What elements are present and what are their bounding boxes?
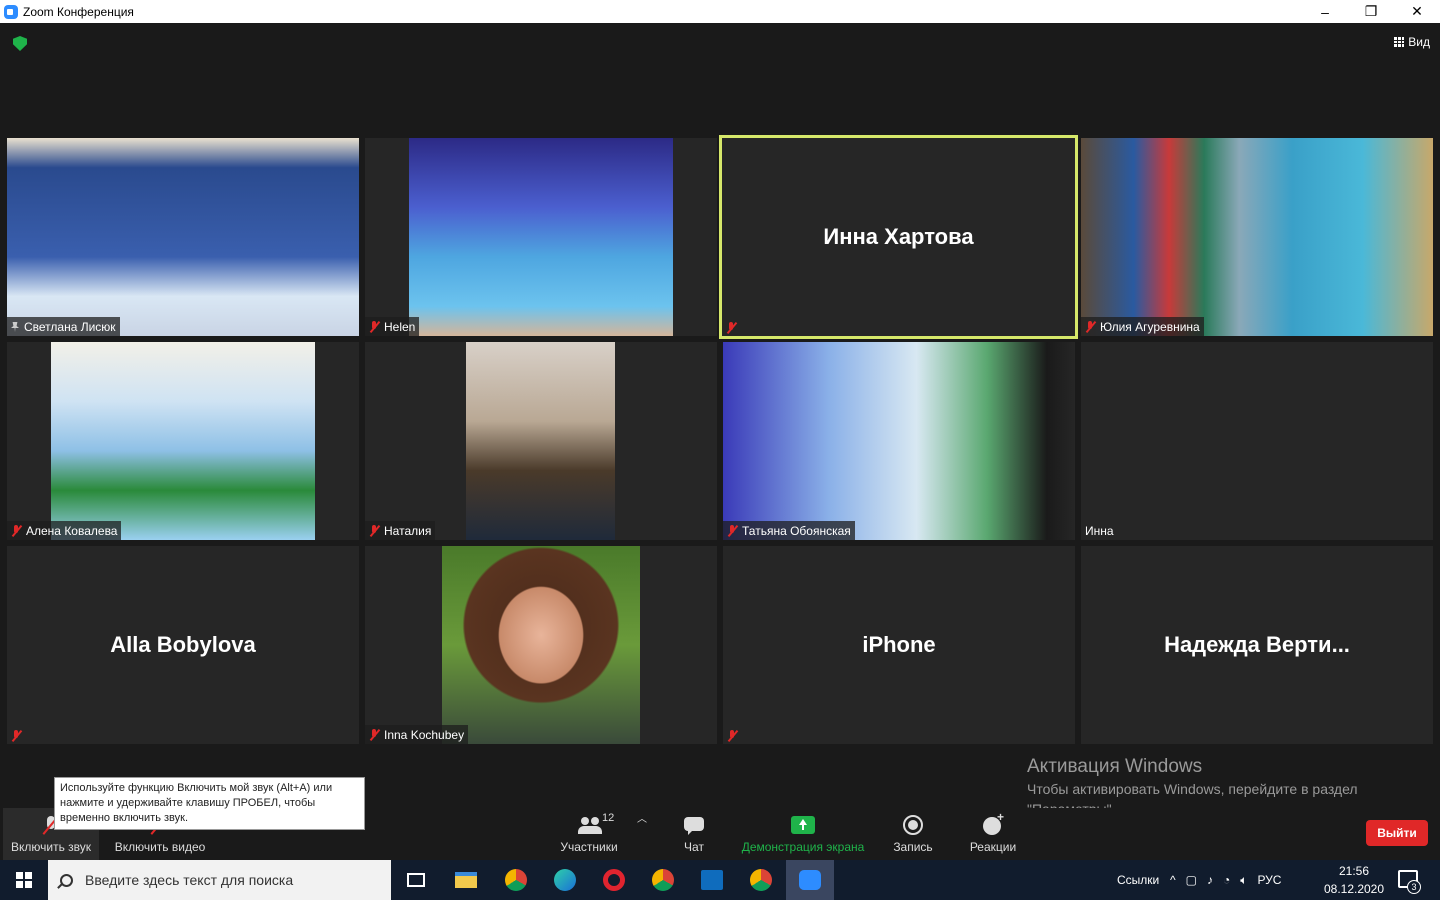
- edge-icon: [554, 869, 576, 891]
- taskbar-outlook[interactable]: [688, 860, 736, 900]
- mic-muted-icon: [369, 525, 379, 537]
- mic-muted-icon: [369, 321, 379, 333]
- unmute-tooltip: Используйте функцию Включить мой звук (A…: [54, 777, 365, 830]
- search-icon: [60, 873, 73, 887]
- participant-name-big: iPhone: [862, 632, 936, 657]
- minimize-button[interactable]: –: [1302, 0, 1348, 23]
- video-feed: [7, 138, 359, 336]
- video-tile-alena[interactable]: Алена Ковалева: [7, 342, 359, 540]
- participant-label: [723, 727, 741, 744]
- mic-muted-icon: [727, 730, 737, 742]
- video-tile-inna[interactable]: Инна: [1081, 342, 1433, 540]
- video-feed: [723, 342, 1075, 540]
- share-screen-icon: [791, 816, 815, 834]
- close-button[interactable]: ✕: [1394, 0, 1440, 23]
- wifi-icon[interactable]: ◔: [1223, 873, 1230, 887]
- video-tile-yulia[interactable]: Юлия Агуревнина: [1081, 138, 1433, 336]
- mic-muted-icon: [11, 525, 21, 537]
- video-feed: [1081, 138, 1433, 336]
- chat-button[interactable]: Чат: [672, 808, 716, 860]
- record-button[interactable]: Запись: [888, 808, 938, 860]
- mic-muted-icon: [369, 729, 379, 741]
- taskbar-explorer[interactable]: [442, 860, 490, 900]
- video-tile-inna-khartova[interactable]: Инна Хартова: [719, 135, 1078, 339]
- task-view-icon: [407, 873, 425, 887]
- zoom-logo-icon: [4, 4, 18, 19]
- view-label: Вид: [1408, 35, 1430, 49]
- video-tile-natalia[interactable]: Наталия: [365, 342, 717, 540]
- task-view-button[interactable]: [392, 860, 440, 900]
- chrome-user-icon: [750, 869, 772, 891]
- taskbar-opera[interactable]: [590, 860, 638, 900]
- participant-label: Helen: [365, 317, 420, 336]
- participant-label: [722, 319, 740, 336]
- windows-logo-icon: [16, 872, 32, 888]
- system-tray: ^ ▢ ♪ ◔ 🔈︎ РУС: [1170, 860, 1281, 900]
- security-shield-icon[interactable]: [13, 36, 27, 51]
- video-feed: [409, 138, 673, 336]
- participant-name-big: Alla Bobylova: [110, 632, 256, 657]
- profile-photo: [442, 546, 640, 744]
- mic-muted-icon: [727, 525, 737, 537]
- chrome-icon: [505, 869, 527, 891]
- participants-caret-icon[interactable]: ︿: [637, 810, 647, 825]
- notification-count-badge: 3: [1407, 880, 1421, 894]
- participant-label: Юлия Агуревнина: [1081, 317, 1204, 336]
- reactions-button[interactable]: Реакции: [966, 808, 1020, 860]
- video-tile-inna-kochubey[interactable]: Inna Kochubey: [365, 546, 717, 744]
- language-indicator[interactable]: РУС: [1257, 873, 1281, 887]
- onedrive-icon[interactable]: ▢: [1186, 873, 1197, 887]
- participant-label: Инна: [1085, 524, 1114, 538]
- taskbar-chrome-3[interactable]: [737, 860, 785, 900]
- zoom-icon: [799, 870, 821, 890]
- video-tile-nadezhda[interactable]: Надежда Верти...: [1081, 546, 1433, 744]
- view-button[interactable]: Вид: [1394, 35, 1430, 49]
- taskbar-edge[interactable]: [541, 860, 589, 900]
- participants-button[interactable]: 12 Участники: [556, 808, 622, 860]
- chrome-profile-icon: [652, 869, 674, 891]
- taskbar-chrome-1[interactable]: [492, 860, 540, 900]
- participant-label: Татьяна Обоянская: [723, 521, 855, 540]
- record-icon: [902, 815, 924, 835]
- tray-expand-icon[interactable]: ^: [1170, 873, 1176, 887]
- video-feed: [466, 342, 615, 540]
- video-tile-helen[interactable]: Helen: [365, 138, 717, 336]
- taskbar-zoom[interactable]: [786, 860, 834, 900]
- grid-icon: [1394, 37, 1405, 47]
- leave-button[interactable]: Выйти: [1366, 820, 1428, 846]
- participant-label: Наталия: [365, 521, 436, 540]
- participant-name-big: Инна Хартова: [823, 224, 974, 249]
- taskbar-chrome-2[interactable]: [639, 860, 687, 900]
- participant-label: Inna Kochubey: [365, 725, 469, 744]
- mic-muted-icon: [11, 730, 21, 742]
- pin-icon: [11, 322, 19, 332]
- microphone-icon[interactable]: ♪: [1207, 873, 1213, 887]
- outlook-icon: [701, 870, 723, 890]
- video-tile-tatiana[interactable]: Татьяна Обоянская: [723, 342, 1075, 540]
- mic-muted-icon: [1085, 321, 1095, 333]
- participants-icon: 12: [578, 812, 614, 835]
- video-tile-alla[interactable]: Alla Bobylova: [7, 546, 359, 744]
- participant-label: Светлана Лисюк: [7, 317, 120, 336]
- window-titlebar: Zoom Конференция – ❐ ✕: [0, 0, 1440, 23]
- taskbar-search-input[interactable]: Введите здесь текст для поиска: [48, 860, 391, 900]
- video-tile-iphone[interactable]: iPhone: [723, 546, 1075, 744]
- mic-muted-icon: [726, 322, 736, 334]
- window-title: Zoom Конференция: [23, 4, 134, 19]
- participant-label: Алена Ковалева: [7, 521, 122, 540]
- share-screen-button[interactable]: Демонстрация экрана: [738, 808, 868, 860]
- volume-icon[interactable]: 🔈︎: [1240, 873, 1247, 888]
- reactions-icon: [982, 810, 1004, 835]
- opera-icon: [603, 869, 625, 891]
- participant-name-big: Надежда Верти...: [1164, 632, 1350, 657]
- taskbar-clock[interactable]: 21:56 08.12.2020: [1323, 862, 1385, 898]
- maximize-button[interactable]: ❐: [1348, 0, 1394, 23]
- video-tile-svetlana[interactable]: Светлана Лисюк: [7, 138, 359, 336]
- participant-label: [7, 727, 25, 744]
- start-button[interactable]: [0, 860, 48, 900]
- chat-icon: [683, 815, 705, 835]
- links-toolbar[interactable]: Ссылки: [1117, 860, 1159, 900]
- video-feed: [51, 342, 315, 540]
- folder-icon: [455, 872, 477, 888]
